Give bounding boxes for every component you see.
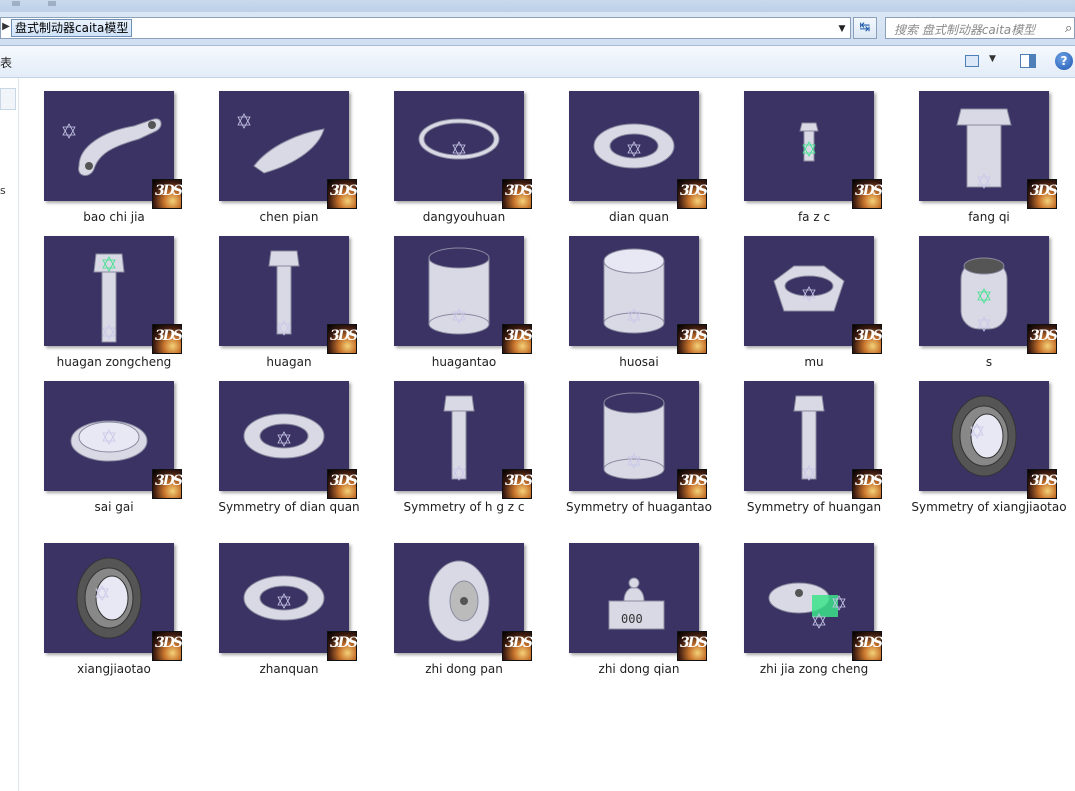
catia-file-icon: 3DS [502, 631, 533, 661]
catia-badge-text: 3DS [330, 328, 358, 344]
file-name[interactable]: zhi dong pan [384, 661, 544, 678]
catia-file-icon: 3DS [1027, 469, 1058, 499]
file-name[interactable]: zhi jia zong cheng [734, 661, 894, 678]
catia-file-icon: 3DS [502, 179, 533, 209]
catia-file-icon: 3DS [677, 631, 708, 661]
file-name[interactable]: bao chi jia [34, 209, 194, 226]
catia-badge-text: 3DS [1030, 328, 1058, 344]
file-name[interactable]: xiangjiaotao [34, 661, 194, 678]
view-options-dropdown-icon[interactable]: ▼ [989, 54, 996, 64]
catia-file-icon: 3DS [1027, 324, 1058, 354]
breadcrumb-current-folder[interactable]: 盘式制动器caita模型 [11, 19, 133, 37]
nav-item-partial[interactable]: s [0, 184, 6, 197]
catia-file-icon: 3DS [327, 324, 358, 354]
catia-file-icon: 3DS [852, 179, 883, 209]
catia-file-icon: 3DS [327, 469, 358, 499]
file-name[interactable]: Symmetry of xiangjiaotao [909, 499, 1069, 516]
catia-file-icon: 3DS [502, 469, 533, 499]
svg-text:000: 000 [621, 612, 643, 626]
file-name[interactable]: chen pian [209, 209, 369, 226]
file-name[interactable]: huagantao [384, 354, 544, 371]
title-controls-icon [12, 1, 56, 6]
preview-pane-icon[interactable] [1020, 54, 1036, 68]
file-name[interactable]: fang qi [909, 209, 1069, 226]
catia-file-icon: 3DS [852, 631, 883, 661]
window-title-strip [0, 0, 1075, 12]
address-history-dropdown-icon[interactable]: ▼ [835, 22, 849, 36]
file-grid[interactable]: 3DS bao chi jia 3DS chen pian 3DS dangyo… [19, 78, 1075, 791]
catia-badge-text: 3DS [505, 183, 533, 199]
help-icon[interactable]: ? [1055, 52, 1073, 70]
search-placeholder: 搜索 盘式制动器caita模型 [894, 23, 1036, 37]
catia-badge-text: 3DS [855, 473, 883, 489]
navigation-pane[interactable]: s [0, 78, 19, 791]
catia-file-icon: 3DS [152, 324, 183, 354]
refresh-button[interactable]: ↹ [853, 17, 877, 39]
catia-badge-text: 3DS [155, 183, 183, 199]
catia-badge-text: 3DS [1030, 473, 1058, 489]
file-name[interactable]: s [909, 354, 1069, 371]
catia-file-icon: 3DS [1027, 179, 1058, 209]
file-name[interactable]: Symmetry of huagantao [559, 499, 719, 516]
catia-badge-text: 3DS [680, 635, 708, 651]
catia-file-icon: 3DS [852, 469, 883, 499]
catia-file-icon: 3DS [852, 324, 883, 354]
file-name[interactable]: zhanquan [209, 661, 369, 678]
catia-badge-text: 3DS [155, 635, 183, 651]
catia-badge-text: 3DS [505, 328, 533, 344]
file-name[interactable]: Symmetry of h g z c [384, 499, 544, 516]
file-name[interactable]: mu [734, 354, 894, 371]
catia-badge-text: 3DS [505, 473, 533, 489]
catia-badge-text: 3DS [155, 328, 183, 344]
catia-file-icon: 3DS [677, 179, 708, 209]
catia-file-icon: 3DS [327, 631, 358, 661]
nav-selected-item[interactable] [0, 88, 16, 110]
catia-file-icon: 3DS [152, 631, 183, 661]
toolbar-cut-label[interactable]: 表 [0, 54, 12, 71]
file-name[interactable]: huagan [209, 354, 369, 371]
catia-badge-text: 3DS [505, 635, 533, 651]
file-name[interactable]: sai gai [34, 499, 194, 516]
catia-badge-text: 3DS [680, 328, 708, 344]
catia-file-icon: 3DS [152, 179, 183, 209]
breadcrumb-arrow-icon[interactable]: ▶ [1, 21, 11, 35]
catia-file-icon: 3DS [502, 324, 533, 354]
search-icon[interactable]: ⌕ [1065, 21, 1072, 36]
catia-badge-text: 3DS [155, 473, 183, 489]
catia-badge-text: 3DS [1030, 183, 1058, 199]
catia-file-icon: 3DS [152, 469, 183, 499]
search-input[interactable]: 搜索 盘式制动器caita模型 ⌕ [885, 17, 1075, 39]
catia-file-icon: 3DS [677, 469, 708, 499]
file-name[interactable]: zhi dong qian [559, 661, 719, 678]
catia-badge-text: 3DS [330, 473, 358, 489]
catia-file-icon: 3DS [327, 179, 358, 209]
catia-badge-text: 3DS [680, 183, 708, 199]
command-toolbar: 表 ▼ ? [0, 46, 1075, 78]
catia-badge-text: 3DS [680, 473, 708, 489]
file-name[interactable]: huosai [559, 354, 719, 371]
change-view-icon[interactable] [965, 55, 979, 67]
catia-badge-text: 3DS [855, 183, 883, 199]
file-name[interactable]: dian quan [559, 209, 719, 226]
file-name[interactable]: Symmetry of dian quan [209, 499, 369, 516]
file-name[interactable]: Symmetry of huangan [734, 499, 894, 516]
address-bar[interactable]: ▶ 盘式制动器caita模型 ▼ [0, 17, 851, 39]
catia-badge-text: 3DS [855, 635, 883, 651]
refresh-icon: ↹ [859, 20, 871, 35]
catia-badge-text: 3DS [330, 635, 358, 651]
catia-badge-text: 3DS [330, 183, 358, 199]
catia-file-icon: 3DS [677, 324, 708, 354]
file-name[interactable]: huagan zongcheng [34, 354, 194, 371]
file-name[interactable]: dangyouhuan [384, 209, 544, 226]
address-bar-row: ▶ 盘式制动器caita模型 ▼ ↹ 搜索 盘式制动器caita模型 ⌕ [0, 12, 1075, 46]
catia-badge-text: 3DS [855, 328, 883, 344]
file-name[interactable]: fa z c [734, 209, 894, 226]
